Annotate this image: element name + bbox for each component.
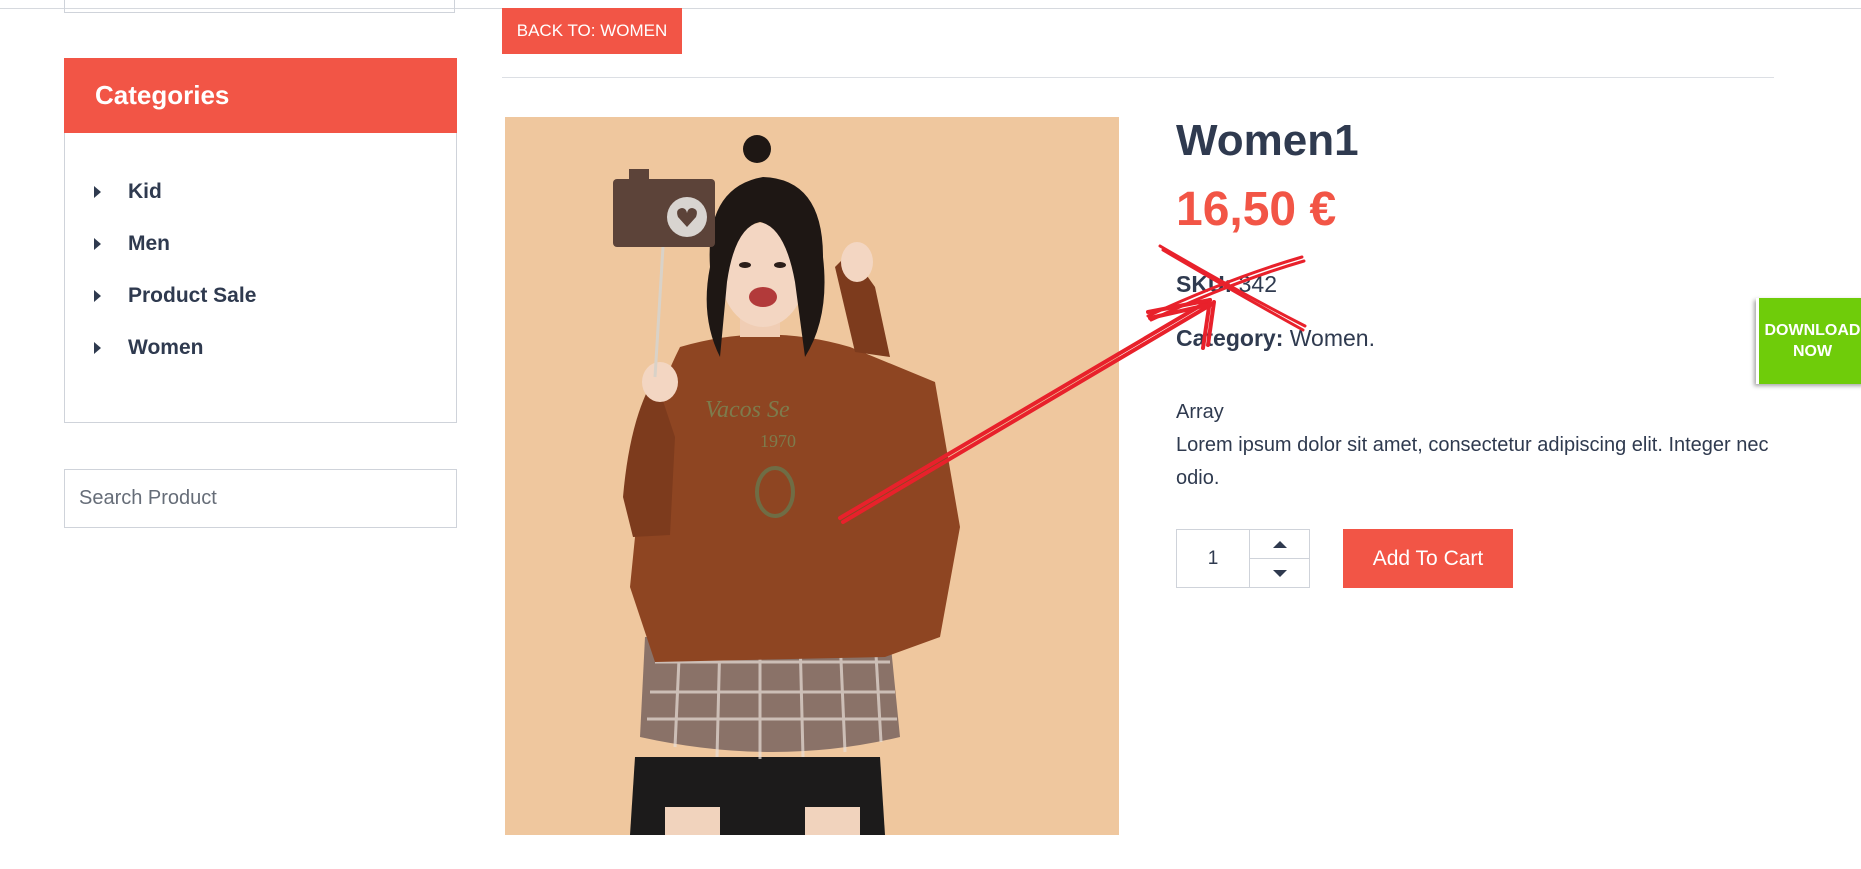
category-label[interactable]: Product Sale (128, 284, 256, 308)
download-now-button[interactable]: DOWNLOAD NOW (1756, 298, 1861, 384)
sku-label: SKU: (1176, 271, 1233, 297)
product-price: 16,50 € (1176, 183, 1337, 236)
quantity-decrease-button[interactable] (1250, 559, 1309, 587)
back-to-category-button[interactable]: BACK TO: WOMEN (502, 8, 682, 54)
quantity-stepper: 1 (1176, 529, 1310, 588)
header-divider (502, 77, 1774, 78)
caret-right-icon (94, 186, 101, 198)
category-label[interactable]: Kid (128, 180, 162, 204)
product-sku: SKU: 342 (1176, 271, 1277, 298)
caret-right-icon (94, 342, 101, 354)
quantity-increase-button[interactable] (1250, 530, 1309, 559)
caret-right-icon (94, 290, 101, 302)
category-label[interactable]: Men (128, 232, 170, 256)
description-text: Lorem ipsum dolor sit amet, consectetur … (1176, 434, 1769, 489)
caret-down-icon (1272, 569, 1287, 577)
sku-value: 342 (1238, 271, 1277, 297)
category-link[interactable]: Women. (1290, 325, 1375, 351)
camera-heart-icon (613, 169, 715, 247)
categories-title: Categories (64, 58, 457, 133)
previous-widget-edge (64, 0, 455, 13)
category-item-women[interactable]: Women (64, 322, 457, 374)
svg-text:Vacos Se: Vacos Se (705, 397, 790, 423)
quantity-input[interactable]: 1 (1177, 530, 1250, 587)
caret-up-icon (1272, 540, 1287, 548)
caret-right-icon (94, 238, 101, 250)
svg-text:1970: 1970 (760, 431, 796, 451)
search-product-input[interactable] (64, 469, 457, 528)
product-category: Category: Women. (1176, 325, 1375, 352)
categories-list: Kid Men Product Sale Women (64, 166, 457, 374)
product-title: Women1 (1176, 116, 1359, 165)
category-label[interactable]: Women (128, 336, 203, 360)
category-item-product-sale[interactable]: Product Sale (64, 270, 457, 322)
category-label: Category: (1176, 325, 1284, 351)
description-line: Array (1176, 401, 1224, 423)
product-image: Vacos Se 1970 (505, 117, 1119, 835)
quantity-buttons (1250, 530, 1309, 587)
category-item-kid[interactable]: Kid (64, 166, 457, 218)
add-to-cart-button[interactable]: Add To Cart (1343, 529, 1513, 588)
category-item-men[interactable]: Men (64, 218, 457, 270)
product-description: Array Lorem ipsum dolor sit amet, consec… (1176, 396, 1776, 495)
